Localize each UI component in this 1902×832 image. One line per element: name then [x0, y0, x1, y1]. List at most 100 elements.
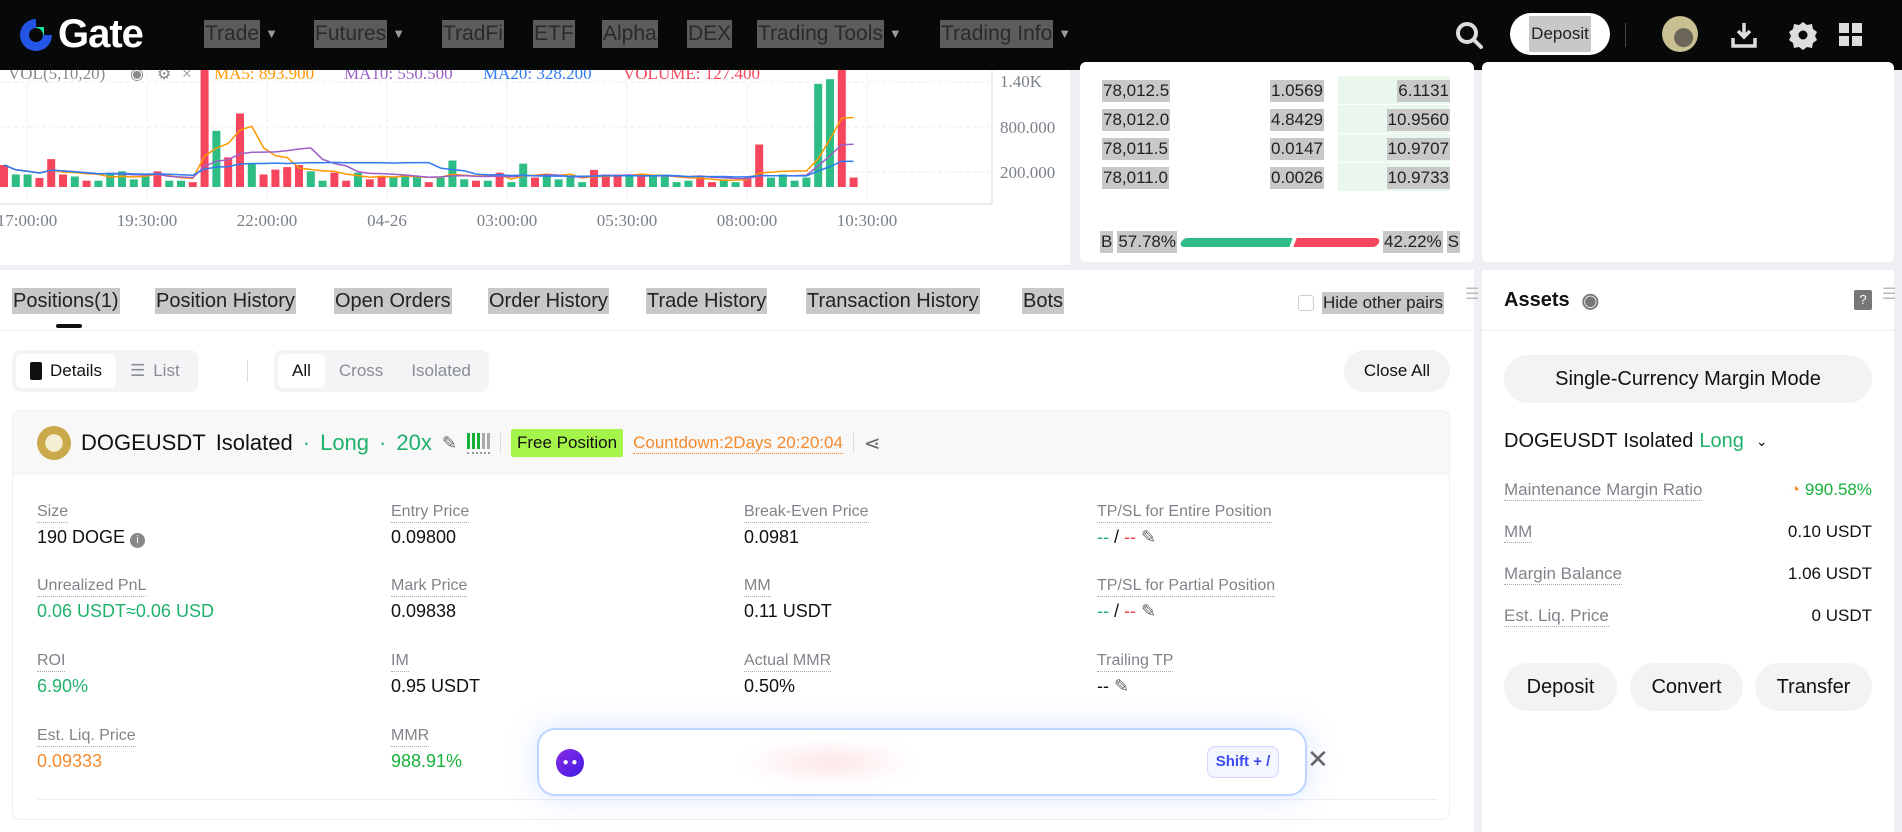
filter-isolated[interactable]: Isolated	[397, 354, 485, 388]
tab-label: Positions(1)	[12, 288, 120, 314]
field-tp-sl-for-entire-position: TP/SL for Entire Position -- / -- ✎	[1097, 503, 1272, 547]
field-label[interactable]: TP/SL for Partial Position	[1097, 577, 1276, 597]
deposit-button[interactable]: Deposit	[1504, 663, 1617, 711]
x-tick-label: 10:30:00	[837, 211, 897, 230]
deposit-button[interactable]: Deposit	[1510, 13, 1610, 55]
gate-logo-icon	[20, 18, 52, 51]
field-label[interactable]: Break-Even Price	[744, 503, 869, 523]
nav-dex[interactable]: DEX	[687, 20, 733, 48]
logo-text: Gate	[58, 12, 144, 56]
convert-button[interactable]: Convert	[1630, 663, 1743, 711]
divider	[499, 433, 501, 453]
margin-mode-button[interactable]: Single-Currency Margin Mode	[1504, 355, 1872, 403]
field-label[interactable]: Est. Liq. Price	[37, 727, 136, 747]
field-label[interactable]: MM	[744, 577, 771, 597]
field-label[interactable]: Trailing TP	[1097, 652, 1174, 672]
filter-all[interactable]: All	[278, 354, 325, 388]
volume-bar	[413, 176, 421, 187]
caret-down-icon: ▼	[888, 26, 902, 41]
nav-etf[interactable]: ETF	[533, 20, 575, 48]
field-label[interactable]: Size	[37, 503, 69, 523]
field-value: 0.11 USDT	[744, 601, 832, 621]
orderbook-row[interactable]: 78,011.5 0.0147 10.9707	[1100, 134, 1460, 164]
ai-assistant-bar[interactable]: ● ● Shift + / ✕	[537, 728, 1329, 796]
tab-label: Transaction History	[806, 288, 980, 314]
field-label[interactable]: Mark Price	[391, 577, 468, 597]
help-icon[interactable]: ?	[1854, 290, 1872, 310]
tab-position-history[interactable]: Position History	[155, 288, 296, 315]
orderbook-row[interactable]: 78,011.0 0.0026 10.9733	[1100, 163, 1460, 193]
field-label[interactable]: Entry Price	[391, 503, 470, 523]
y-tick-label: 1.40K	[1000, 72, 1043, 91]
field-label[interactable]: ROI	[37, 652, 66, 672]
field-label[interactable]: MMR	[391, 727, 430, 747]
position-margin-mode: Isolated	[215, 430, 293, 455]
nav-trade[interactable]: Trade ▼	[204, 20, 278, 48]
nav-trading-info[interactable]: Trading Info ▼	[940, 20, 1071, 48]
nav-tradfi[interactable]: TradFi	[442, 20, 504, 48]
nav-trading-tools[interactable]: Trading Tools ▼	[757, 20, 902, 48]
field-label[interactable]: Unrealized PnL	[37, 577, 147, 597]
field-mm: MM 0.11 USDT	[744, 577, 1074, 622]
gear-icon[interactable]	[1785, 17, 1821, 53]
volume-bar	[790, 180, 799, 187]
eye-icon[interactable]: ◉	[1582, 288, 1599, 313]
edit-icon[interactable]: ✎	[1141, 601, 1156, 621]
nav-alpha[interactable]: Alpha	[602, 20, 658, 48]
amount: 0.0026	[1270, 167, 1324, 189]
volume-bar	[625, 176, 634, 187]
tab-transaction-history[interactable]: Transaction History	[806, 288, 980, 315]
orderbook-row[interactable]: 78,012.5 1.0569 6.1131	[1100, 76, 1460, 106]
tab-trade-history[interactable]: Trade History	[646, 288, 768, 315]
edit-leverage-icon[interactable]: ✎	[442, 433, 457, 454]
close-icon[interactable]: ×	[182, 70, 192, 83]
filter-cross[interactable]: Cross	[325, 354, 397, 388]
x-tick-label: 22:00:00	[237, 211, 297, 230]
sell-percent: 42.22%	[1382, 231, 1443, 253]
tab-positions-[interactable]: Positions(1)	[12, 288, 120, 315]
field-value: 0.09838	[391, 601, 457, 621]
edit-icon[interactable]: ✎	[1141, 527, 1156, 547]
search-icon[interactable]	[1451, 17, 1487, 53]
avatar[interactable]	[1662, 16, 1698, 52]
checkbox[interactable]	[1298, 295, 1314, 311]
field-label[interactable]: IM	[391, 652, 409, 672]
transfer-button[interactable]: Transfer	[1755, 663, 1872, 711]
gate-logo[interactable]: Gate	[16, 12, 144, 57]
drag-handle-icon[interactable]: ☰	[1882, 284, 1896, 304]
mm-row: MM 0.10 USDT	[1504, 522, 1872, 543]
tab-bots[interactable]: Bots	[1022, 288, 1065, 315]
share-icon[interactable]: ⋖	[864, 431, 881, 456]
hide-other-pairs-checkbox[interactable]: Hide other pairs	[1298, 292, 1445, 314]
list-view-button[interactable]: ☰ List	[116, 354, 194, 388]
x-tick-label: 08:00:00	[717, 211, 777, 230]
download-icon[interactable]	[1726, 17, 1762, 53]
volume-bar	[141, 176, 150, 187]
settings-icon[interactable]: ⚙	[157, 70, 171, 83]
tab-open-orders[interactable]: Open Orders	[334, 288, 452, 315]
orderbook-row[interactable]: 78,012.0 4.8429 10.9560	[1100, 105, 1460, 135]
buy-label: B	[1100, 231, 1114, 253]
field-actual-mmr: Actual MMR 0.50%	[744, 652, 1074, 697]
field-value: 190 DOGE	[37, 527, 126, 547]
close-all-button[interactable]: Close All	[1344, 350, 1450, 392]
apps-grid-icon[interactable]	[1833, 17, 1869, 53]
asset-side: Long	[1699, 430, 1744, 452]
field-label[interactable]: Actual MMR	[744, 652, 832, 672]
nav-futures[interactable]: Futures ▼	[314, 20, 405, 48]
volume-bar	[342, 180, 351, 187]
tab-order-history[interactable]: Order History	[488, 288, 609, 315]
info-icon[interactable]: i	[130, 533, 146, 548]
field-label[interactable]: TP/SL for Entire Position	[1097, 503, 1272, 523]
volume-chart[interactable]: 17:00:00 19:30:00 22:00:00 04-26 03:00:00 05:…	[0, 70, 1070, 265]
volume-bar	[802, 177, 811, 187]
row-label: Est. Liq. Price	[1504, 606, 1609, 627]
position-leverage: 20x	[396, 430, 432, 455]
edit-icon[interactable]: ✎	[1114, 676, 1129, 696]
position-selector[interactable]: DOGEUSDT Isolated Long ⌄	[1504, 430, 1768, 453]
close-icon[interactable]: ✕	[1307, 744, 1329, 775]
eye-icon[interactable]: ◉	[130, 70, 144, 83]
drag-handle-icon[interactable]: ☰	[1465, 284, 1479, 304]
volume-bar	[11, 174, 20, 187]
details-view-button[interactable]: Details	[16, 354, 116, 388]
